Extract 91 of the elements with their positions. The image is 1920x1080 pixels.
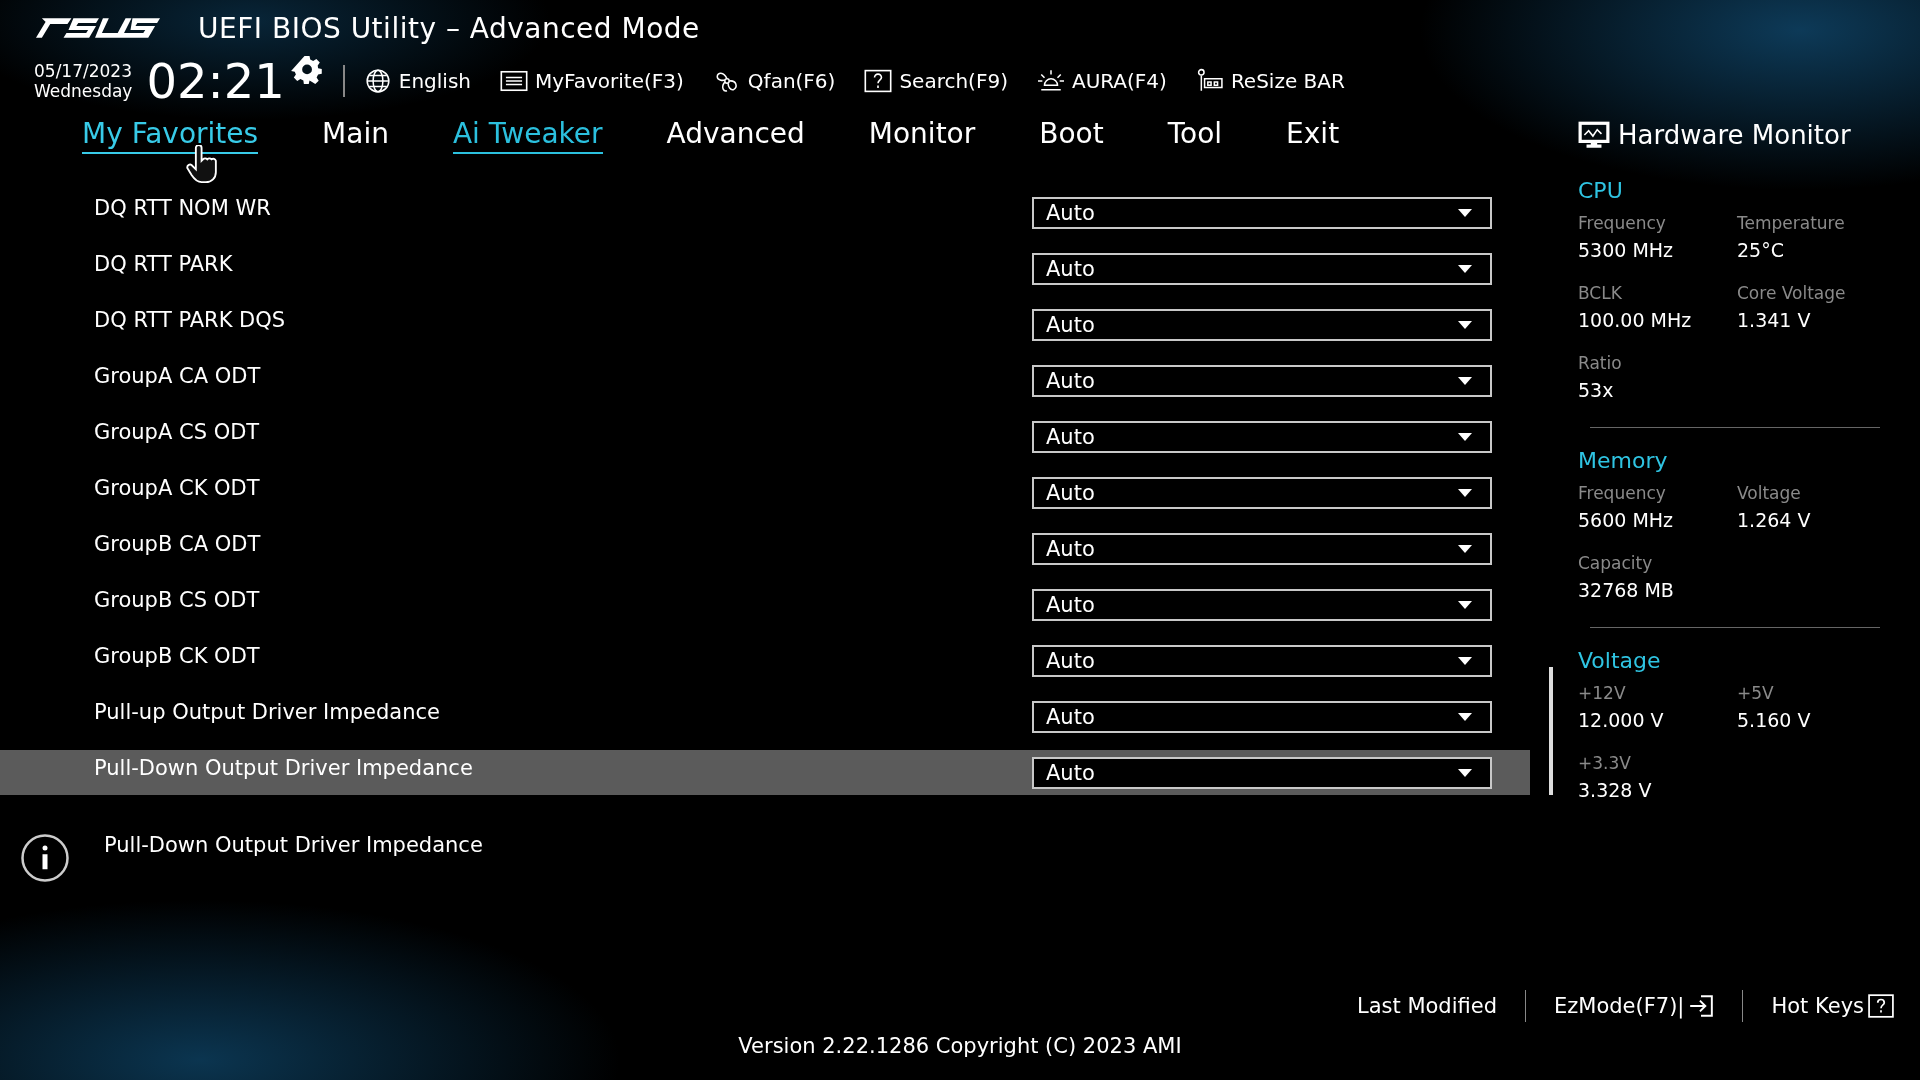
stat-label: Voltage (1737, 483, 1802, 503)
help-text: Pull-Down Output Driver Impedance (104, 833, 483, 857)
info-icon (20, 833, 70, 883)
setting-label: GroupB CA ODT (94, 531, 261, 556)
dropdown[interactable]: Auto (1032, 588, 1492, 621)
toolbar-button[interactable]: ReSize BAR (1194, 68, 1345, 94)
toolbar-button[interactable]: Search(F9) (863, 68, 1008, 94)
setting-label: GroupA CK ODT (94, 475, 260, 500)
dropdown[interactable]: Auto (1032, 532, 1492, 565)
stat-label: +3.3V (1578, 753, 1632, 773)
dropdown[interactable]: Auto (1032, 420, 1492, 453)
setting-label: Pull-up Output Driver Impedance (94, 699, 440, 724)
stat-label: Frequency (1578, 483, 1667, 503)
section-title: Voltage (1578, 648, 1662, 673)
weekday-text: Wednesday (34, 81, 133, 101)
caret-icon (1458, 432, 1472, 441)
caret-icon (1458, 320, 1472, 329)
menu-tab[interactable]: Monitor (868, 116, 976, 154)
stat-value: 12.000 V (1578, 709, 1665, 731)
menu-tab[interactable]: Ai Tweaker (452, 116, 603, 154)
caret-icon (1458, 264, 1472, 273)
setting-label: Pull-Down Output Driver Impedance (94, 755, 473, 780)
hot-keys-button[interactable]: Hot Keys (1771, 994, 1894, 1018)
stat-value: 53x (1578, 379, 1615, 401)
date-text: 05/17/2023 (34, 61, 133, 81)
caret-icon (1458, 600, 1472, 609)
caret-icon (1458, 768, 1472, 777)
stat-value: 25°C (1737, 239, 1785, 261)
stat-label: +12V (1578, 683, 1627, 703)
asus-logo-icon (34, 16, 162, 40)
stat-value: 3.328 V (1578, 779, 1653, 801)
menu-tab[interactable]: My Favorites (82, 116, 259, 154)
setting-label: GroupA CA ODT (94, 363, 261, 388)
dropdown[interactable]: Auto (1032, 756, 1492, 789)
window-title: UEFI BIOS Utility – Advanced Mode (198, 11, 700, 45)
stat-label: Core Voltage (1737, 283, 1847, 303)
stat-value: 1.341 V (1737, 309, 1812, 331)
caret-icon (1458, 656, 1472, 665)
list-card-icon (499, 68, 529, 94)
toolbar-button[interactable]: MyFavorite(F3) (499, 68, 684, 94)
stat-value: 5.160 V (1737, 709, 1812, 731)
stat-label: BCLK (1578, 283, 1623, 303)
scrollbar[interactable] (1549, 667, 1553, 795)
stat-label: Capacity (1578, 553, 1654, 573)
setting-label: GroupB CS ODT (94, 587, 260, 612)
menu-tab[interactable]: Boot (1039, 116, 1104, 154)
question-box-icon (1868, 994, 1894, 1018)
exit-arrow-icon (1688, 994, 1715, 1018)
setting-label: GroupB CK ODT (94, 643, 260, 668)
dropdown[interactable]: Auto (1032, 308, 1492, 341)
question-box-icon (863, 68, 894, 94)
clock-time: 02:21 (146, 56, 285, 106)
setting-label: DQ RTT NOM WR (94, 195, 271, 220)
dropdown[interactable]: Auto (1032, 644, 1492, 677)
setting-label: DQ RTT PARK DQS (94, 307, 286, 332)
stat-label: Ratio (1578, 353, 1623, 373)
stat-value: 32768 MB (1578, 579, 1675, 601)
caret-icon (1458, 544, 1472, 553)
menu-tab[interactable]: Exit (1286, 116, 1340, 154)
dropdown[interactable]: Auto (1032, 476, 1492, 509)
selected-row[interactable]: Pull-Down Output Driver Impedance Auto (0, 750, 1530, 795)
panel-title: Hardware Monitor (1618, 120, 1851, 150)
dropdown[interactable]: Auto (1032, 252, 1492, 285)
menu-tab[interactable]: Main (322, 116, 389, 154)
menu-tab[interactable]: Tool (1167, 116, 1223, 154)
dropdown[interactable]: Auto (1032, 364, 1492, 397)
section-title: CPU (1578, 178, 1624, 203)
dropdown[interactable]: Auto (1032, 700, 1492, 733)
caret-icon (1458, 376, 1472, 385)
setting-label: GroupA CS ODT (94, 419, 260, 444)
last-modified-button[interactable]: Last Modified (1357, 994, 1497, 1018)
monitor-icon (1578, 121, 1610, 149)
setting-label: DQ RTT PARK (94, 251, 233, 276)
ezmode-button[interactable]: EzMode(F7)| (1554, 994, 1715, 1018)
caret-icon (1458, 208, 1472, 217)
stat-value: 5300 MHz (1578, 239, 1675, 261)
caret-icon (1458, 488, 1472, 497)
toolbar-button[interactable]: Qfan(F6) (711, 68, 836, 94)
menu-tab[interactable]: Advanced (666, 116, 805, 154)
stat-label: +5V (1737, 683, 1775, 703)
section-title: Memory (1578, 448, 1669, 473)
stat-value: 1.264 V (1737, 509, 1812, 531)
stat-label: Frequency (1578, 213, 1667, 233)
dropdown[interactable]: Auto (1032, 196, 1492, 229)
toolbar-button[interactable]: AURA(F4) (1035, 68, 1167, 94)
version-text: Version 2.22.1286 Copyright (C) 2023 AMI (738, 1034, 1182, 1058)
stat-value: 5600 MHz (1578, 509, 1675, 531)
stat-value: 100.00 MHz (1578, 309, 1693, 331)
toolbar-button[interactable]: English (362, 68, 471, 94)
caret-icon (1458, 712, 1472, 721)
stat-label: Temperature (1737, 213, 1846, 233)
